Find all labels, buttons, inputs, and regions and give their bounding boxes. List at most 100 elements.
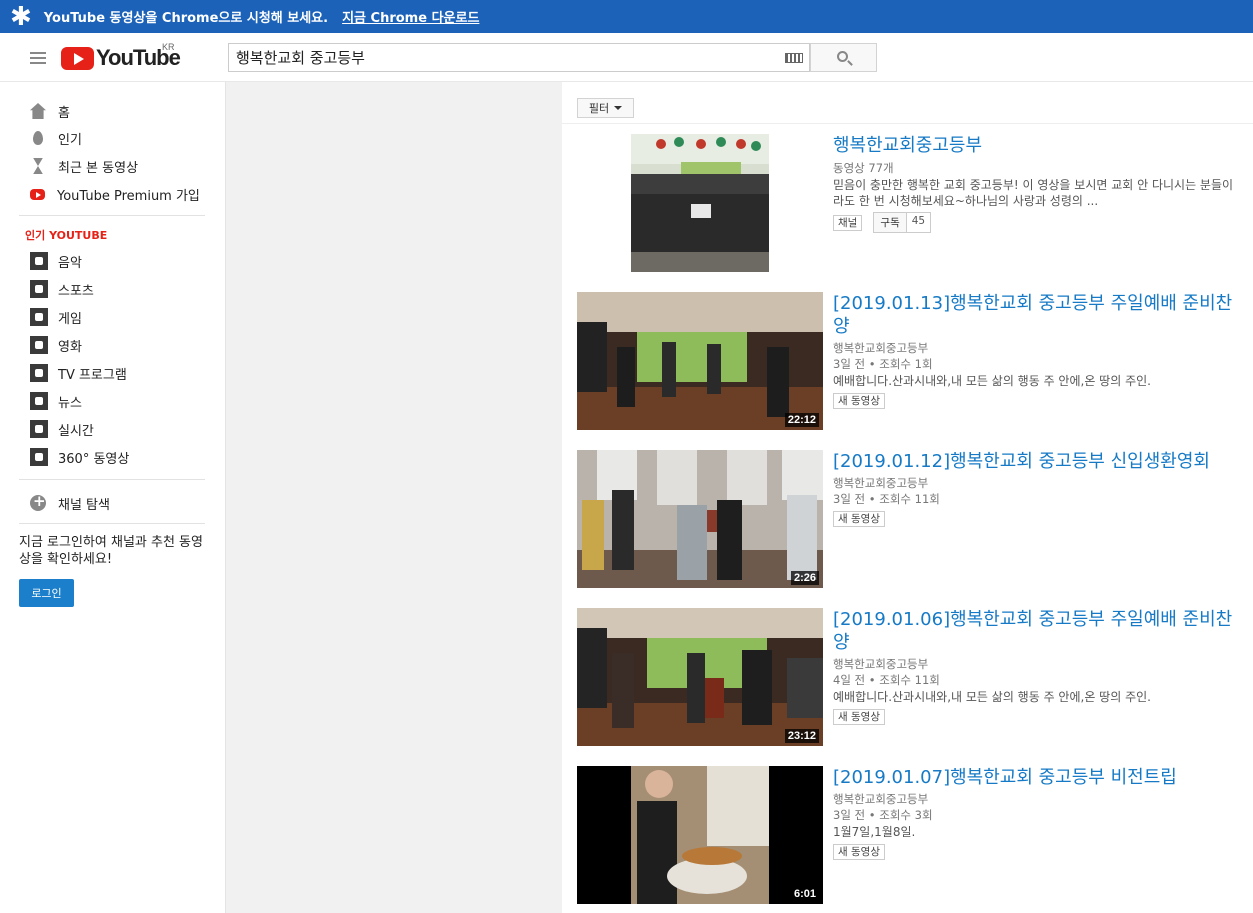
video-age: 4일 전 [833,673,866,687]
video-channel[interactable]: 행복한교회중고등부 [833,791,1243,807]
sidebar-item-label: 게임 [58,311,82,327]
sidebar-section-title: 인기 YOUTUBE [25,229,108,242]
video-duration: 23:12 [784,729,819,743]
sidebar-item-browse-channels[interactable]: 채널 탐색 [30,492,110,513]
sidebar-divider [19,523,205,524]
video-title[interactable]: [2019.01.12]행복한교회 중고등부 신입생환영회 [833,450,1243,473]
subscribe-button[interactable]: 구독 45 [873,212,932,233]
sidebar-item-news[interactable]: 뉴스 [30,391,82,411]
plus-circle-icon [30,492,46,511]
tv-icon [30,364,48,382]
video-age: 3일 전 [833,492,866,506]
trending-icon [33,131,43,145]
masthead: YouTube KR [0,33,1253,82]
music-icon [30,252,48,270]
sidebar-item-live[interactable]: 실시간 [30,419,94,439]
menu-icon[interactable] [30,52,46,64]
video-info: [2019.01.12]행복한교회 중고등부 신입생환영회 행복한교회중고등부 … [833,450,1243,527]
sidebar-item-movies[interactable]: 영화 [30,335,82,355]
sidebar-item-label: 실시간 [58,423,94,439]
video-title[interactable]: [2019.01.13]행복한교회 중고등부 주일예배 준비찬양 [833,292,1243,338]
sidebar-divider [19,479,205,480]
vr-icon [30,448,48,466]
sidebar-item-360[interactable]: 360° 동영상 [30,447,129,467]
youtube-play-icon [61,46,94,70]
video-description: 1월7일,1월8일. [833,825,916,839]
sidebar-item-home[interactable]: 홈 [30,101,70,121]
video-stats: 3일 전 • 조회수 1회 [833,357,933,371]
sidebar-item-label: 채널 탐색 [58,497,110,513]
sidebar-item-trending[interactable]: 인기 [30,128,82,148]
sidebar-item-label: 인기 [58,132,82,148]
video-views: 조회수 1회 [879,357,933,371]
new-video-badge: 새 동영상 [833,709,885,725]
search-icon [837,51,848,62]
video-title[interactable]: [2019.01.07]행복한교회 중고등부 비전트립 [833,766,1243,789]
video-description: 예배합니다.산과시내와,내 모든 삶의 행동 주 안에,온 땅의 주인. [833,374,1151,388]
video-stats: 3일 전 • 조회수 11회 [833,492,940,506]
filter-label: 필터 [588,102,610,115]
sidebar-item-label: 360° 동영상 [58,451,130,467]
sidebar-item-label: 스포츠 [58,283,94,299]
sidebar-item-gaming[interactable]: 게임 [30,307,82,327]
filter-button[interactable]: 필터 [577,98,634,118]
channel-thumbnail[interactable] [631,134,769,272]
search-button[interactable] [810,43,877,72]
sports-icon [30,280,48,298]
sidebar-item-history[interactable]: 최근 본 동영상 [30,156,138,176]
video-duration: 22:12 [784,413,819,427]
video-stats: 3일 전 • 조회수 3회 [833,808,933,822]
video-info: [2019.01.07]행복한교회 중고등부 비전트립 행복한교회중고등부 3일… [833,766,1243,860]
channel-video-count: 동영상 77개 [833,161,894,175]
region-label: KR [162,42,175,52]
video-thumbnail[interactable]: 22:12 [577,292,823,430]
movies-icon [30,336,48,354]
video-thumbnail[interactable]: 23:12 [577,608,823,746]
video-title[interactable]: [2019.01.06]행복한교회 중고등부 주일예배 준비찬양 [833,608,1243,654]
sidebar-item-label: 뉴스 [58,395,82,411]
video-age: 3일 전 [833,357,866,371]
chrome-download-link[interactable]: 지금 Chrome 다운로드 [342,7,479,26]
sidebar-item-music[interactable]: 음악 [30,251,82,271]
sidebar-item-label: 음악 [58,255,82,271]
chrome-promo-banner: ✱ YouTube 동영상을 Chrome으로 시청해 보세요. 지금 Chro… [0,0,1253,33]
new-video-badge: 새 동영상 [833,511,885,527]
login-button[interactable]: 로그인 [19,579,74,607]
channel-description: 믿음이 충만한 행복한 교회 중고등부! 이 영상을 보시면 교회 안 다니시는… [833,178,1234,208]
video-duration: 2:26 [790,571,819,585]
subscribe-label: 구독 [874,213,907,232]
video-age: 3일 전 [833,808,866,822]
sidebar-item-label: YouTube Premium 가입 [57,188,200,204]
gaming-icon [30,308,48,326]
search-box [228,43,810,72]
video-views: 조회수 11회 [879,492,940,506]
search-results: 필터 행복한교회중고등부 동영상 77개 믿음이 충만한 행복한 교회 중고등부… [562,82,1253,913]
video-channel[interactable]: 행복한교회중고등부 [833,340,1243,356]
video-info: [2019.01.06]행복한교회 중고등부 주일예배 준비찬양 행복한교회중고… [833,608,1243,725]
new-video-badge: 새 동영상 [833,393,885,409]
search-input[interactable] [229,44,769,71]
youtube-logo[interactable]: YouTube KR [61,42,181,71]
channel-badge: 채널 [833,215,863,231]
filter-bar: 필터 [562,82,1253,124]
sidebar-item-sports[interactable]: 스포츠 [30,279,94,299]
sidebar-item-tv[interactable]: TV 프로그램 [30,363,127,383]
channel-title[interactable]: 행복한교회중고등부 [833,134,1243,157]
video-description: 예배합니다.산과시내와,내 모든 삶의 행동 주 안에,온 땅의 주인. [833,690,1151,704]
sidebar-divider [19,215,205,216]
channel-info: 행복한교회중고등부 동영상 77개 믿음이 충만한 행복한 교회 중고등부! 이… [833,134,1243,233]
home-icon [30,103,46,119]
sidebar-item-label: 최근 본 동영상 [58,160,139,176]
video-channel[interactable]: 행복한교회중고등부 [833,475,1243,491]
video-channel[interactable]: 행복한교회중고등부 [833,656,1243,672]
sidebar-item-premium[interactable]: YouTube Premium 가입 [30,184,200,204]
video-thumbnail[interactable]: 2:26 [577,450,823,588]
keyboard-icon[interactable] [785,53,803,63]
video-thumbnail[interactable]: 6:01 [577,766,823,904]
banner-message: YouTube 동영상을 Chrome으로 시청해 보세요. [43,11,329,26]
subscriber-count: 45 [911,215,926,227]
youtube-premium-icon [30,188,45,200]
video-stats: 4일 전 • 조회수 11회 [833,673,940,687]
sidebar-item-label: 홈 [58,105,70,121]
history-icon [33,158,43,174]
